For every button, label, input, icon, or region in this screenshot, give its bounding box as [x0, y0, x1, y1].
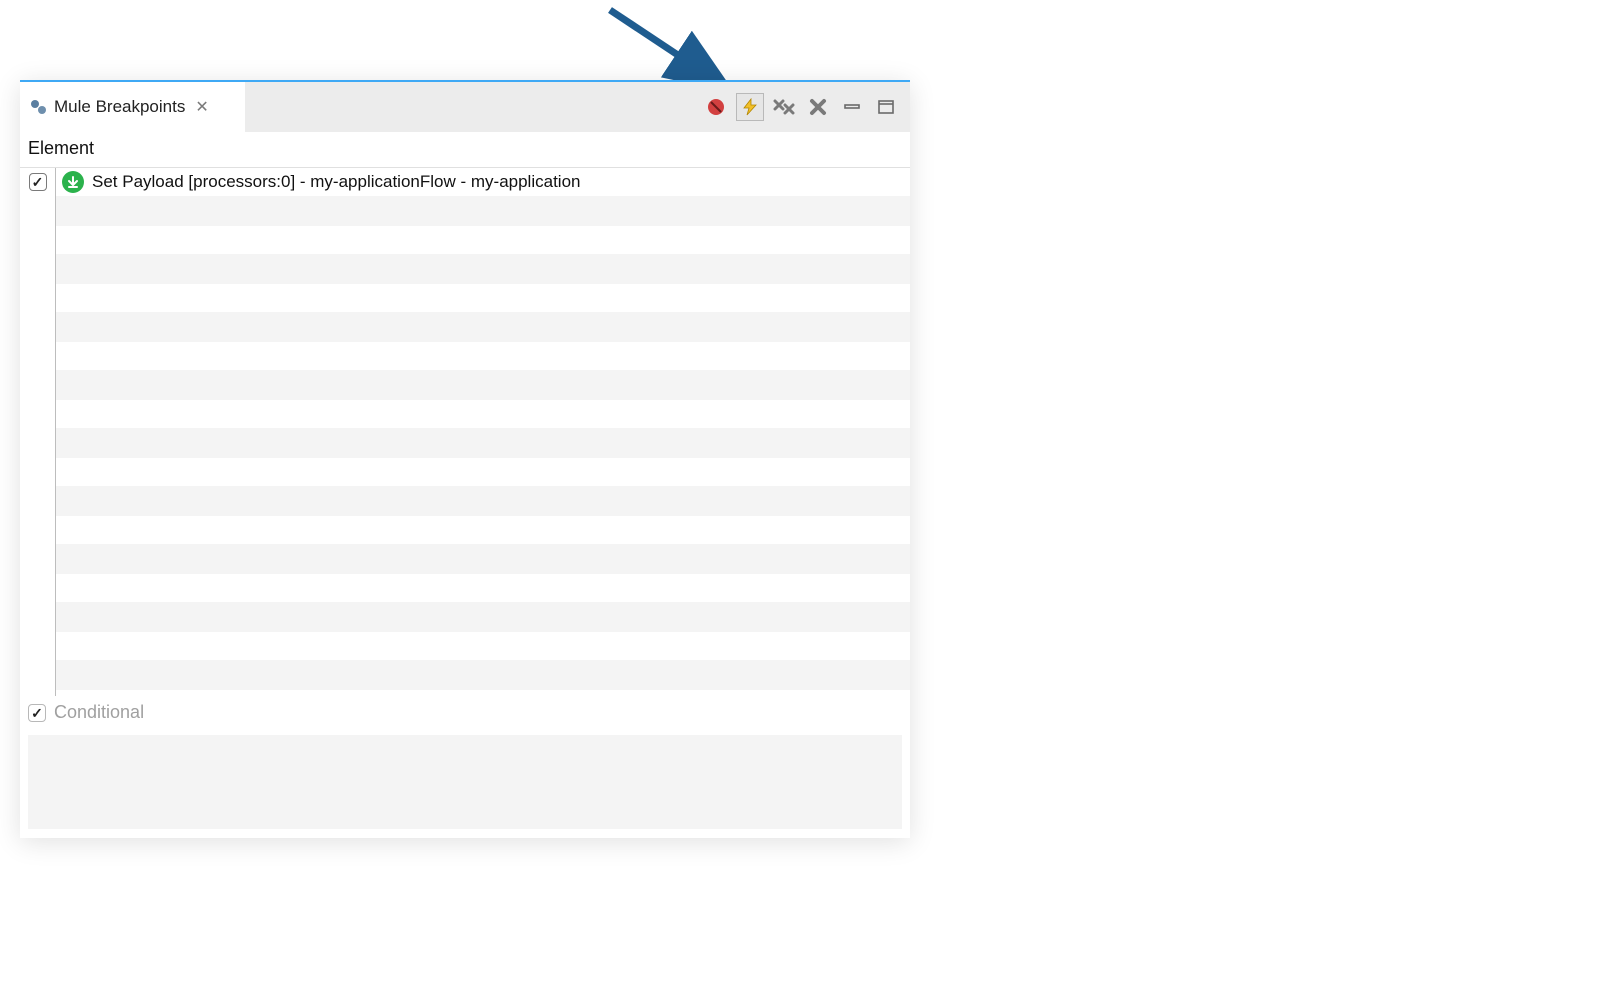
conditional-label: Conditional [54, 702, 144, 723]
conditional-section: Conditional [20, 696, 910, 735]
maximize-button[interactable] [872, 93, 900, 121]
tab-bar: Mule Breakpoints ✕ [20, 80, 910, 132]
exception-breakpoint-button[interactable] [736, 93, 764, 121]
table-row [56, 544, 910, 574]
remove-all-button[interactable] [770, 93, 798, 121]
table-row [56, 196, 910, 226]
mule-breakpoints-panel: Mule Breakpoints ✕ [20, 80, 910, 838]
table-row [56, 458, 910, 486]
breakpoint-row[interactable]: Set Payload [processors:0] - my-applicat… [56, 168, 910, 196]
double-x-icon [773, 98, 795, 116]
minimize-button[interactable] [838, 93, 866, 121]
view-toolbar [702, 82, 906, 132]
conditional-checkbox [28, 704, 46, 722]
error-breakpoint-icon [707, 98, 725, 116]
panel-body: Element Set Payload [processors:0] - my-… [20, 132, 910, 838]
table-row [56, 428, 910, 458]
breakpoints-table: Set Payload [processors:0] - my-applicat… [20, 168, 910, 696]
column-header-element[interactable]: Element [20, 132, 910, 168]
table-row [56, 574, 910, 602]
table-row [56, 486, 910, 516]
x-icon [809, 98, 827, 116]
breakpoint-label: Set Payload [processors:0] - my-applicat… [92, 172, 580, 192]
table-row [56, 400, 910, 428]
rows-column: Set Payload [processors:0] - my-applicat… [56, 168, 910, 696]
lightning-icon [741, 98, 759, 116]
minimize-icon [843, 98, 861, 116]
breakpoint-enabled-checkbox[interactable] [29, 173, 47, 191]
condition-expression-area [28, 735, 902, 829]
tab-mule-breakpoints[interactable]: Mule Breakpoints ✕ [20, 82, 245, 132]
table-row [56, 226, 910, 254]
set-payload-icon [62, 171, 84, 193]
table-row [56, 632, 910, 660]
table-row [56, 602, 910, 632]
remove-button[interactable] [804, 93, 832, 121]
table-row [56, 342, 910, 370]
table-row [56, 370, 910, 400]
table-row [56, 254, 910, 284]
table-row [56, 312, 910, 342]
maximize-icon [877, 98, 895, 116]
checkbox-column [20, 168, 56, 696]
breakpoints-view-icon [30, 98, 48, 116]
table-row [56, 516, 910, 544]
error-breakpoint-button[interactable] [702, 93, 730, 121]
tab-title: Mule Breakpoints [54, 97, 185, 117]
table-row [56, 660, 910, 690]
table-row [56, 284, 910, 312]
close-tab-icon[interactable]: ✕ [195, 97, 208, 117]
